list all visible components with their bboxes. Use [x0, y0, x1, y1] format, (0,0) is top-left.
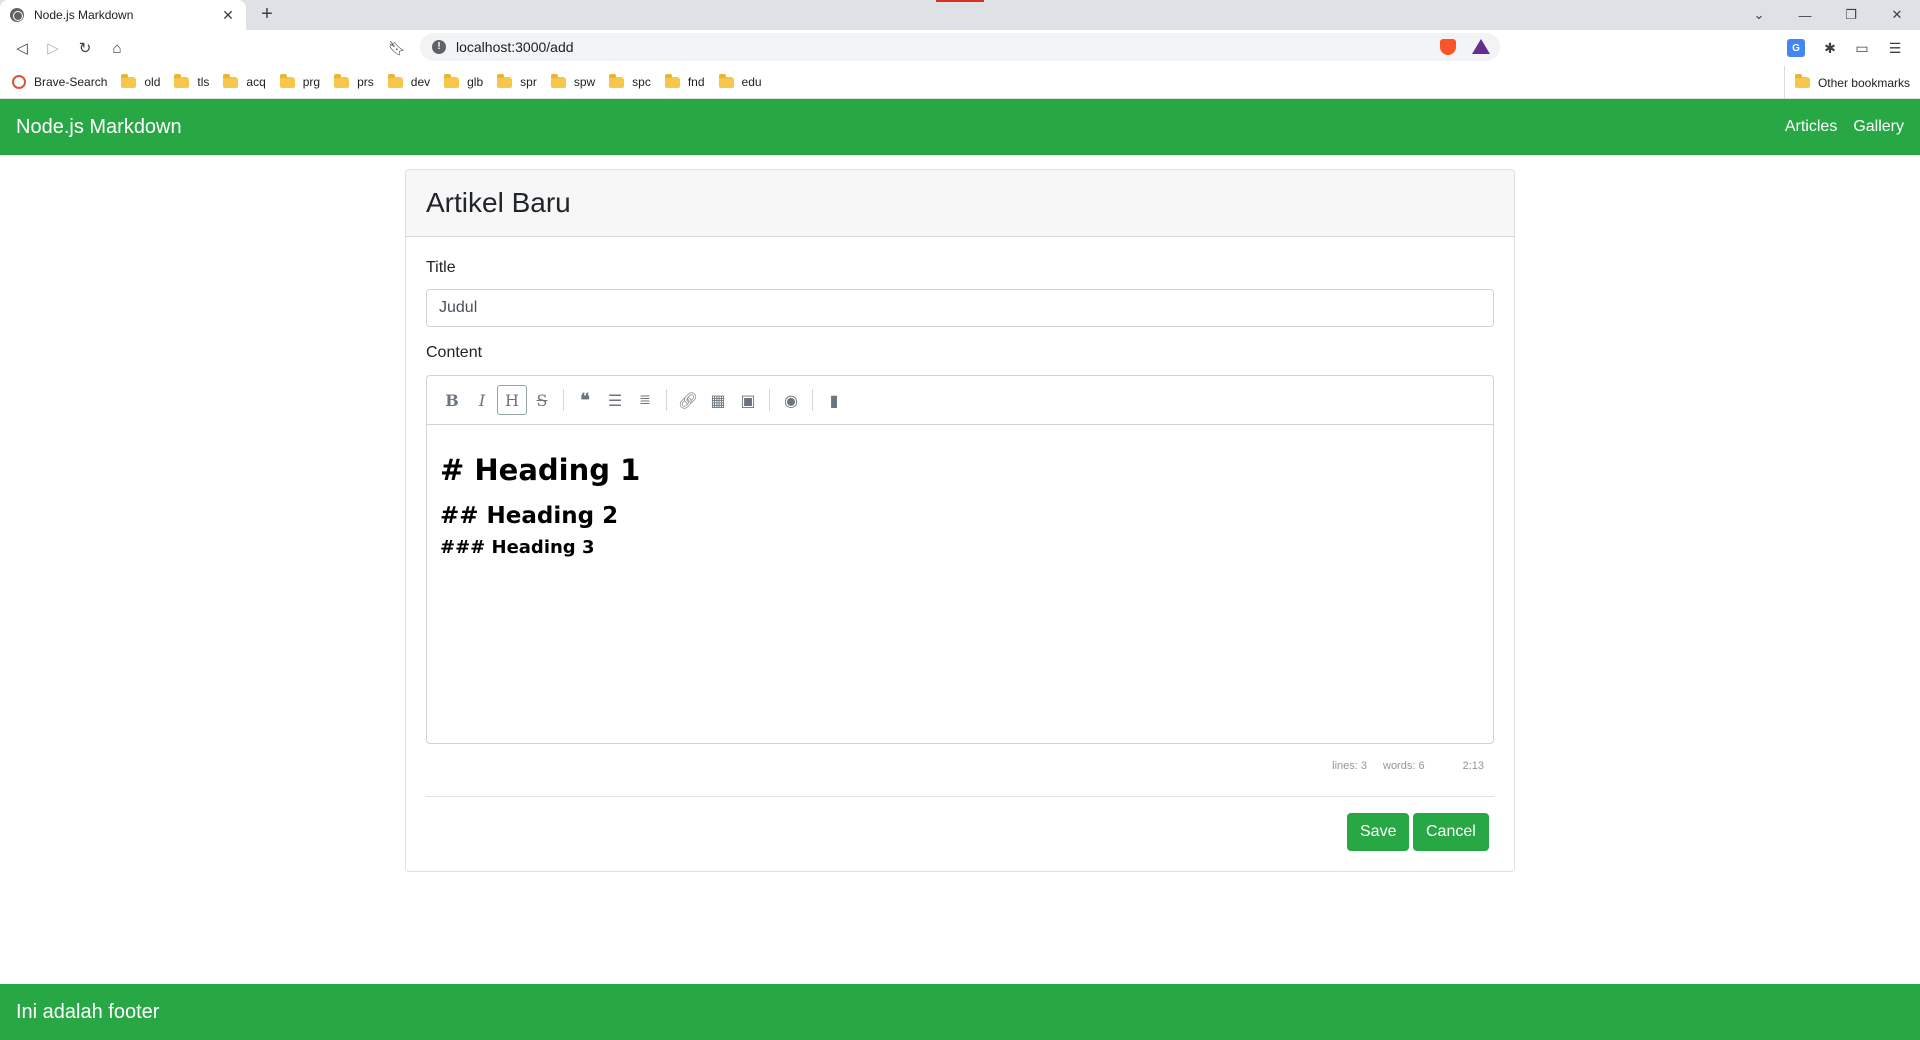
forward-icon[interactable]: ▷	[41, 36, 65, 60]
folder-icon	[174, 73, 190, 88]
folder-icon	[550, 73, 566, 88]
other-bookmarks[interactable]: Other bookmarks	[1783, 66, 1910, 99]
bold-icon[interactable]: B	[437, 385, 467, 415]
tab-close-button[interactable]: ✕	[220, 7, 236, 24]
toolbar-separator	[812, 389, 813, 411]
new-tab-button[interactable]: +	[256, 4, 278, 26]
reload-icon[interactable]: ↻	[73, 36, 97, 60]
bookmark-folder[interactable]: prs	[334, 73, 374, 89]
editor-toolbar: B I H S ❝ ☰ ≣ 🔗︎ ▦ ▣ ◉ ▮	[427, 376, 1493, 425]
ordered-list-icon[interactable]: ≣	[630, 385, 660, 415]
editor-line-heading-3: ### Heading 3	[440, 537, 595, 558]
image-icon[interactable]: ▣	[733, 385, 763, 415]
title-label: Title	[426, 259, 456, 276]
new-article-card: Artikel Baru Title Content B I H S ❝ ☰ ≣…	[405, 169, 1515, 872]
bookmark-folder[interactable]: tls	[174, 73, 209, 89]
folder-icon	[609, 73, 625, 88]
bookmark-folder[interactable]: dev	[387, 73, 430, 89]
home-icon[interactable]: ⌂	[105, 36, 129, 60]
browser-toolbar: ◁ ▷ ↻ ⌂ 🔖︎ ! localhost:3000/add G ✱ ▭ ☰	[0, 30, 1920, 66]
folder-icon	[497, 73, 513, 88]
bookmark-folder[interactable]: acq	[223, 73, 266, 89]
editor-statusbar: lines: 3 words: 6 2:13	[426, 760, 1494, 772]
window-controls: ⌄ — ❐ ✕	[1736, 0, 1920, 30]
browser-tabstrip: Node.js Markdown ✕ + ⌄ — ❐ ✕	[0, 0, 1920, 30]
quote-icon[interactable]: ❝	[570, 385, 600, 415]
status-words: words: 6	[1383, 760, 1425, 772]
nav-link-gallery[interactable]: Gallery	[1853, 118, 1904, 136]
toolbar-separator	[769, 389, 770, 411]
status-cursor: 2:13	[1462, 760, 1484, 772]
bookmarks-bar: Brave-Search old tls acq prg prs dev glb…	[0, 66, 1920, 99]
folder-icon	[387, 73, 403, 88]
folder-icon	[444, 73, 460, 88]
browser-tab[interactable]: Node.js Markdown ✕	[0, 0, 246, 30]
site-info-icon[interactable]: !	[432, 40, 446, 54]
minimize-icon[interactable]: —	[1782, 8, 1828, 23]
bookmark-folder[interactable]: spr	[497, 73, 537, 89]
page-footer: Ini adalah footer	[0, 984, 1920, 1040]
tab-indicator	[936, 0, 984, 2]
editor-line-heading-1: # Heading 1	[440, 453, 641, 487]
markdown-editor: B I H S ❝ ☰ ≣ 🔗︎ ▦ ▣ ◉ ▮ # Heading 1 ## …	[426, 375, 1494, 744]
globe-icon	[10, 8, 24, 22]
folder-icon	[664, 73, 680, 88]
translate-icon[interactable]: G	[1787, 39, 1805, 57]
brave-search-icon	[12, 75, 26, 89]
cancel-button[interactable]: Cancel	[1413, 813, 1489, 851]
bookmark-icon[interactable]: 🔖︎	[385, 36, 409, 60]
card-body: Title Content B I H S ❝ ☰ ≣ 🔗︎ ▦ ▣ ◉ ▮	[406, 237, 1514, 871]
bookmark-folder[interactable]: fnd	[664, 73, 705, 89]
menu-icon[interactable]: ☰	[1886, 39, 1904, 57]
close-window-icon[interactable]: ✕	[1874, 7, 1920, 23]
unordered-list-icon[interactable]: ☰	[600, 385, 630, 415]
italic-icon[interactable]: I	[467, 385, 497, 415]
url-text: localhost:3000/add	[456, 39, 574, 55]
editor-line-heading-2: ## Heading 2	[440, 503, 619, 529]
brave-rewards-icon[interactable]	[1472, 39, 1490, 54]
folder-icon	[223, 73, 239, 88]
back-icon[interactable]: ◁	[10, 36, 34, 60]
toolbar-separator	[666, 389, 667, 411]
guide-file-icon[interactable]: ▮	[819, 385, 849, 415]
bookmark-brave-search[interactable]: Brave-Search	[12, 75, 107, 89]
strikethrough-icon[interactable]: S	[527, 385, 557, 415]
link-icon[interactable]: 🔗︎	[673, 385, 703, 415]
content-label: Content	[426, 344, 483, 361]
nav-links: Articles Gallery	[1769, 118, 1904, 136]
app-navbar: Node.js Markdown Articles Gallery	[0, 99, 1920, 155]
address-bar[interactable]: ! localhost:3000/add	[420, 33, 1500, 61]
bookmark-folder[interactable]: spw	[550, 73, 595, 89]
tab-search-icon[interactable]: ⌄	[1736, 7, 1782, 23]
footer-text: Ini adalah footer	[16, 1000, 160, 1023]
brave-shields-icon[interactable]	[1440, 39, 1456, 55]
save-button[interactable]: Save	[1347, 813, 1410, 851]
folder-icon	[1794, 74, 1810, 88]
folder-icon	[279, 73, 295, 88]
folder-icon	[121, 73, 137, 88]
navbar-brand[interactable]: Node.js Markdown	[16, 116, 182, 139]
form-divider	[426, 796, 1494, 797]
restore-icon[interactable]: ❐	[1828, 7, 1874, 23]
bookmark-folder[interactable]: old	[121, 73, 160, 89]
folder-icon	[718, 73, 734, 88]
bookmark-folder[interactable]: edu	[718, 73, 762, 89]
bookmark-folder[interactable]: spc	[609, 73, 651, 89]
extensions-icon[interactable]: ✱	[1821, 39, 1839, 57]
wallet-icon[interactable]: ▭	[1853, 39, 1871, 57]
card-header: Artikel Baru	[406, 170, 1514, 237]
folder-icon	[334, 73, 350, 88]
status-lines: lines: 3	[1332, 760, 1367, 772]
editor-text-area[interactable]: # Heading 1 ## Heading 2 ### Heading 3	[427, 425, 1493, 572]
title-input[interactable]	[426, 289, 1494, 327]
preview-eye-icon[interactable]: ◉	[776, 385, 806, 415]
bookmark-folder[interactable]: prg	[279, 73, 320, 89]
toolbar-separator	[563, 389, 564, 411]
heading-icon[interactable]: H	[497, 385, 527, 415]
table-icon[interactable]: ▦	[703, 385, 733, 415]
nav-link-articles[interactable]: Articles	[1785, 118, 1837, 136]
bookmark-folder[interactable]: glb	[444, 73, 483, 89]
tab-title: Node.js Markdown	[34, 8, 134, 22]
page-title: Artikel Baru	[426, 187, 571, 218]
